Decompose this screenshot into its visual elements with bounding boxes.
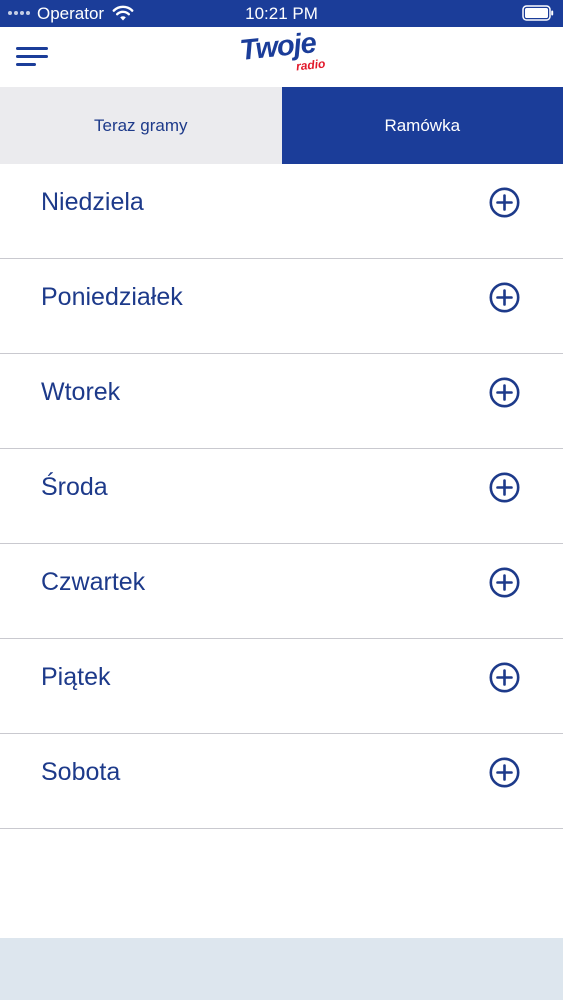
logo-sub-text: radio <box>295 56 326 74</box>
day-label: Środa <box>41 473 108 501</box>
day-label: Sobota <box>41 758 121 786</box>
day-row-czwartek[interactable]: Czwartek <box>0 544 563 639</box>
day-row-niedziela[interactable]: Niedziela <box>0 164 563 259</box>
day-row-poniedzialek[interactable]: Poniedziałek <box>0 259 563 354</box>
plus-circle-icon[interactable] <box>489 282 520 313</box>
tab-ramowka[interactable]: Ramówka <box>281 87 563 164</box>
app-header: Twoje radio <box>0 27 563 87</box>
hamburger-menu-icon-line-short <box>16 63 36 66</box>
hamburger-menu-icon-line <box>16 55 48 58</box>
plus-circle-icon[interactable] <box>489 757 520 788</box>
day-row-sroda[interactable]: Środa <box>0 449 563 544</box>
battery-icon <box>522 5 554 21</box>
day-label: Wtorek <box>41 378 121 406</box>
day-row-piatek[interactable]: Piątek <box>0 639 563 734</box>
plus-circle-icon[interactable] <box>489 377 520 408</box>
tab-bar: Teraz gramy Ramówka <box>0 87 563 164</box>
day-label: Piątek <box>41 663 111 691</box>
day-label: Niedziela <box>41 188 144 216</box>
bottom-player-bar <box>0 938 563 1000</box>
plus-circle-icon[interactable] <box>489 567 520 598</box>
plus-circle-icon[interactable] <box>489 187 520 218</box>
plus-circle-icon[interactable] <box>489 472 520 503</box>
hamburger-menu-icon <box>16 47 48 50</box>
menu-button[interactable] <box>14 42 50 72</box>
twoje-radio-logo: Twoje radio <box>237 27 332 79</box>
schedule-day-list: Niedziela Poniedziałek Wtorek Środa Czwa… <box>0 164 563 829</box>
day-row-sobota[interactable]: Sobota <box>0 734 563 829</box>
day-row-wtorek[interactable]: Wtorek <box>0 354 563 449</box>
tab-teraz-gramy[interactable]: Teraz gramy <box>0 87 282 164</box>
day-label: Czwartek <box>41 568 146 596</box>
plus-circle-icon[interactable] <box>489 662 520 693</box>
day-label: Poniedziałek <box>41 283 183 311</box>
status-time: 10:21 PM <box>245 4 318 23</box>
status-bar: Operator 10:21 PM <box>0 0 563 27</box>
